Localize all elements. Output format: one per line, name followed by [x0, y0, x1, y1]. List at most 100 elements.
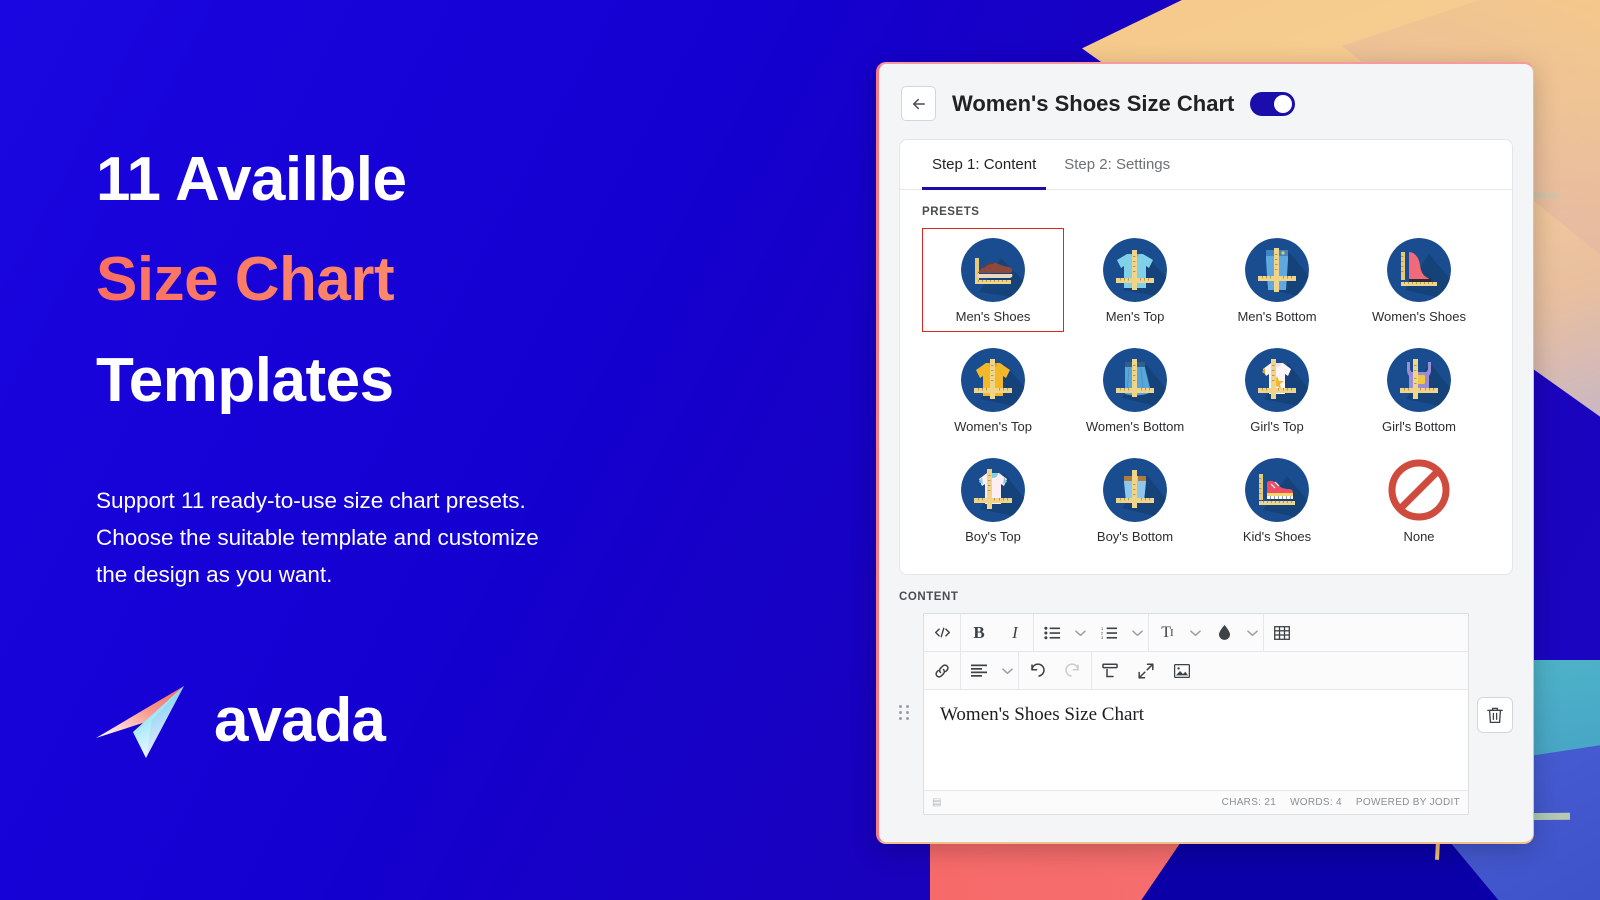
- preset-girls-bottom[interactable]: Girl's Bottom: [1348, 338, 1490, 442]
- toolbar-group-align: [961, 652, 1019, 689]
- bold-icon[interactable]: B: [961, 614, 997, 651]
- toolbar-group-history: [1019, 652, 1092, 689]
- drag-dot: [906, 717, 909, 720]
- preset-mens-shoes[interactable]: Men's Shoes: [922, 228, 1064, 332]
- presets-section: PRESETS Men's Shoes Men's Top Men's Bott…: [900, 190, 1512, 574]
- font-size-icon[interactable]: TI: [1149, 614, 1185, 651]
- preset-girls-top[interactable]: Girl's Top: [1206, 338, 1348, 442]
- drag-dot: [906, 711, 909, 714]
- preset-womens-bottom[interactable]: Women's Bottom: [1064, 338, 1206, 442]
- link-icon[interactable]: [924, 652, 960, 689]
- svg-text:3: 3: [1101, 635, 1104, 640]
- drag-dot: [906, 705, 909, 708]
- italic-icon[interactable]: I: [997, 614, 1033, 651]
- toolbar-group-font: TI: [1149, 614, 1264, 651]
- presets-grid: Men's Shoes Men's Top Men's Bottom Women…: [922, 228, 1490, 552]
- presets-heading: PRESETS: [922, 206, 980, 218]
- hero-headline-line-2: Size Chart: [96, 230, 796, 330]
- tab-step-1-content[interactable]: Step 1: Content: [922, 140, 1047, 190]
- chevron-down-icon[interactable]: [1070, 614, 1091, 651]
- chars-count: CHARS: 21: [1221, 797, 1277, 808]
- content-section: CONTENT B I 1 2 3 T I Women's Shoes Size…: [879, 575, 1533, 815]
- preset-none[interactable]: None: [1348, 448, 1490, 552]
- paragraph-format-icon[interactable]: [1092, 652, 1128, 689]
- align-left-icon[interactable]: [961, 652, 997, 689]
- preset-mens-bottom[interactable]: Men's Bottom: [1206, 228, 1348, 332]
- chevron-down-icon[interactable]: [1127, 614, 1148, 651]
- preset-label: Kid's Shoes: [1242, 529, 1312, 544]
- preset-label: Men's Bottom: [1237, 309, 1317, 324]
- editor-toolbar-row-1: B I 1 2 3 T I: [924, 614, 1468, 652]
- toolbar-group-source: [924, 614, 961, 651]
- hero-subtext-line-2: Choose the suitable template and customi…: [96, 524, 539, 550]
- text-color-icon[interactable]: [1206, 614, 1242, 651]
- preset-label: Men's Top: [1105, 309, 1165, 324]
- drag-handle[interactable]: [899, 705, 915, 720]
- preset-boys-bottom[interactable]: Boy's Bottom: [1064, 448, 1206, 552]
- hero-subtext: Support 11 ready-to-use size chart prese…: [96, 483, 796, 593]
- mens-top-icon: [1103, 238, 1167, 302]
- editor-content-area[interactable]: Women's Shoes Size Chart: [924, 690, 1468, 790]
- table-icon[interactable]: [1264, 614, 1300, 651]
- content-heading: CONTENT: [899, 591, 959, 603]
- toolbar-group-text-style: B I: [961, 614, 1034, 651]
- rich-text-editor: B I 1 2 3 T I Women's Shoes Size Chart ▤…: [923, 613, 1469, 815]
- drag-dot: [899, 711, 902, 714]
- preset-kids-shoes[interactable]: Kid's Shoes: [1206, 448, 1348, 552]
- trash-icon: [1487, 707, 1503, 723]
- delete-button[interactable]: [1477, 697, 1513, 733]
- toolbar-group-link: [924, 652, 961, 689]
- chevron-down-icon[interactable]: [1185, 614, 1206, 651]
- tab-step-2-settings[interactable]: Step 2: Settings: [1054, 140, 1180, 190]
- girls-top-icon: [1245, 348, 1309, 412]
- editor-status-bar: ▤ CHARS: 21 WORDS: 4 POWERED BY JODIT: [924, 790, 1468, 814]
- preset-label: Women's Shoes: [1371, 309, 1466, 324]
- womens-shoes-icon: [1387, 238, 1451, 302]
- resize-grip-icon[interactable]: ▤: [932, 797, 941, 808]
- drag-dot: [899, 717, 902, 720]
- card-header: Women's Shoes Size Chart: [879, 64, 1533, 139]
- paper-plane-icon: [96, 686, 184, 758]
- numbered-list-icon[interactable]: 1 2 3: [1091, 614, 1127, 651]
- editor-row: B I 1 2 3 T I Women's Shoes Size Chart ▤…: [899, 613, 1513, 815]
- hero-subtext-line-3: the design as you want.: [96, 561, 333, 587]
- editor-toolbar-row-2: [924, 652, 1468, 690]
- no-entry-icon: [1388, 459, 1450, 521]
- hero-subtext-line-1: Support 11 ready-to-use size chart prese…: [96, 488, 526, 514]
- preset-mens-top[interactable]: Men's Top: [1064, 228, 1206, 332]
- chevron-down-icon[interactable]: [1242, 614, 1263, 651]
- preset-label: Girl's Bottom: [1382, 419, 1456, 434]
- undo-icon[interactable]: [1019, 652, 1055, 689]
- toolbar-group-extras: [1092, 652, 1200, 689]
- redo-icon[interactable]: [1055, 652, 1091, 689]
- enable-toggle[interactable]: [1250, 91, 1296, 116]
- preset-label: Women's Bottom: [1085, 419, 1185, 434]
- powered-by-label: POWERED BY JODIT: [1355, 797, 1460, 808]
- hero-headline-line-1: 11 Availble: [96, 145, 407, 214]
- back-button[interactable]: [901, 86, 936, 121]
- toolbar-group-lists: 1 2 3: [1034, 614, 1149, 651]
- page-title: Women's Shoes Size Chart: [952, 90, 1235, 116]
- mens-bottom-icon: [1245, 238, 1309, 302]
- preset-label: None: [1403, 529, 1435, 544]
- boys-bottom-icon: [1103, 458, 1167, 522]
- source-code-icon[interactable]: [924, 614, 960, 651]
- content-panel: Step 1: Content Step 2: Settings PRESETS: [899, 139, 1513, 575]
- bulleted-list-icon[interactable]: [1034, 614, 1070, 651]
- preset-boys-top[interactable]: Boy's Top: [922, 448, 1064, 552]
- size-chart-app-card: Women's Shoes Size Chart Step 1: Content…: [876, 62, 1534, 844]
- boys-top-icon: [961, 458, 1025, 522]
- avada-wordmark: avada: [214, 685, 386, 755]
- preset-womens-shoes[interactable]: Women's Shoes: [1348, 228, 1490, 332]
- tab-bar: Step 1: Content Step 2: Settings: [900, 140, 1512, 190]
- preset-womens-top[interactable]: Women's Top: [922, 338, 1064, 442]
- kids-shoes-icon: [1245, 458, 1309, 522]
- fullscreen-icon[interactable]: [1128, 652, 1164, 689]
- image-icon[interactable]: [1164, 652, 1200, 689]
- mens-shoes-icon: [961, 238, 1025, 302]
- preset-label: Men's Shoes: [955, 309, 1031, 324]
- girls-bottom-icon: [1387, 348, 1451, 412]
- chevron-down-icon[interactable]: [997, 652, 1018, 689]
- preset-label: Boy's Bottom: [1096, 529, 1174, 544]
- hero-headline-line-3: Templates: [96, 345, 394, 415]
